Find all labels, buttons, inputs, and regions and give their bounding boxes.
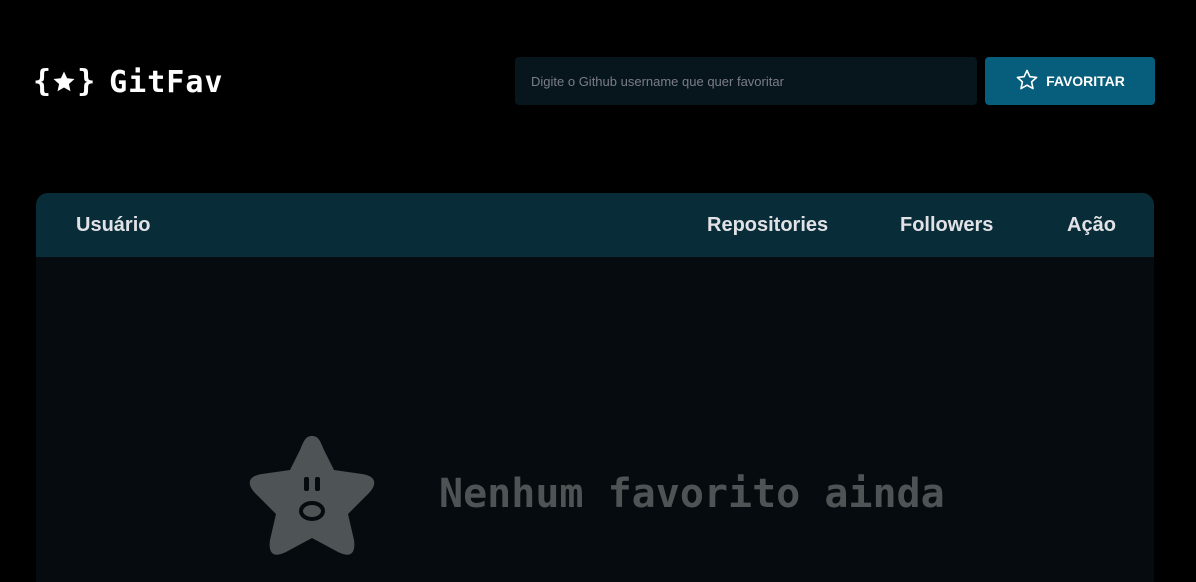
empty-state: Nenhum favorito ainda [36,257,1154,582]
logo-text: GitFav [109,64,224,100]
logo[interactable]: { } GitFav [33,62,224,102]
github-username-input[interactable] [515,57,977,105]
surprised-star-icon [244,430,380,565]
table-header: Usuário Repositories Followers Ação [36,193,1154,257]
favorite-button-label: FAVORITAR [1046,73,1125,89]
column-header-action: Ação [1067,214,1116,236]
column-header-repositories: Repositories [707,214,829,236]
favorite-button[interactable]: FAVORITAR [985,57,1155,105]
column-header-followers: Followers [900,214,994,236]
empty-message: Nenhum favorito ainda [439,471,945,517]
star-outline-icon [1015,68,1039,95]
column-header-user: Usuário [76,214,151,236]
favorites-table: Usuário Repositories Followers Ação Nenh… [36,193,1154,582]
gitfav-app: { } GitFav FAVORITAR Usuário Repositorie… [0,0,1196,582]
star-braces-icon: { } [33,64,96,99]
